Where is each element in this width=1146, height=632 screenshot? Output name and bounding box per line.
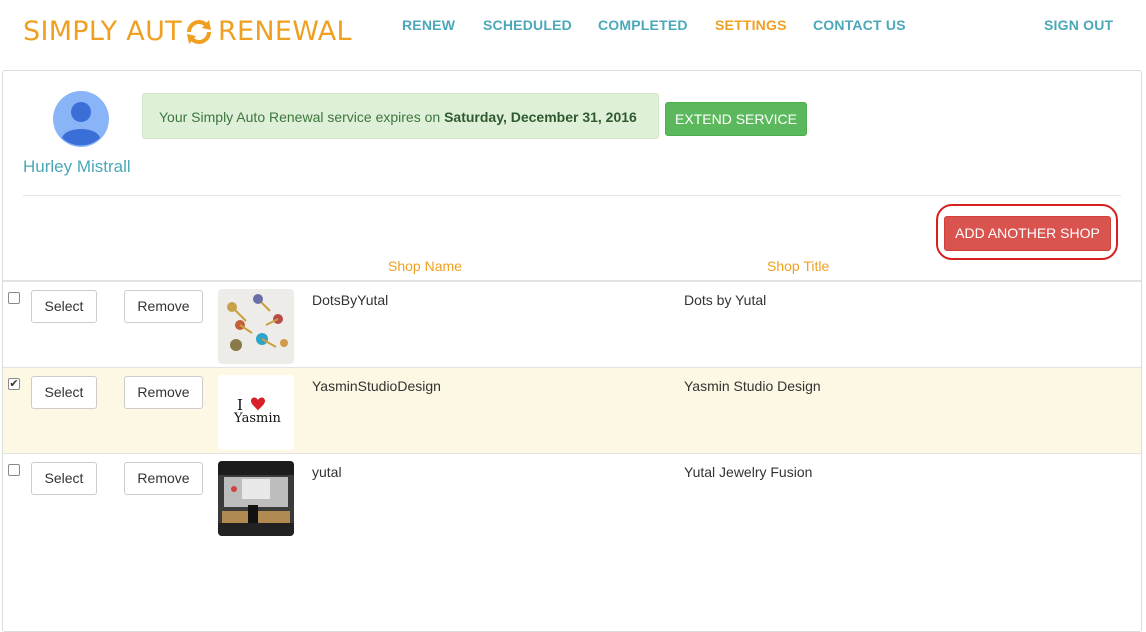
nav-sign-out[interactable]: SIGN OUT	[1044, 17, 1113, 33]
select-button[interactable]: Select	[31, 376, 97, 409]
extend-service-button[interactable]: EXTEND SERVICE	[665, 102, 807, 136]
service-expiry-alert: Your Simply Auto Renewal service expires…	[142, 93, 659, 139]
column-header-shop-name: Shop Name	[388, 258, 462, 274]
settings-panel: Hurley Mistrall Your Simply Auto Renewal…	[2, 70, 1142, 632]
expiry-message: Your Simply Auto Renewal service expires…	[159, 109, 441, 125]
nav-renew[interactable]: RENEW	[402, 17, 455, 33]
shop-thumbnail-image	[218, 289, 294, 364]
select-button[interactable]: Select	[31, 462, 97, 495]
row-checkbox[interactable]	[8, 292, 20, 304]
user-avatar-icon	[53, 91, 109, 147]
nav-completed[interactable]: COMPLETED	[598, 17, 688, 33]
shop-name: yutal	[312, 464, 342, 480]
row-checkbox[interactable]	[8, 464, 20, 476]
shop-name: YasminStudioDesign	[312, 378, 441, 394]
section-divider	[23, 195, 1121, 196]
table-row: Select Remove DotsByYutal Dots by Yutal	[3, 282, 1141, 368]
shop-title: Yutal Jewelry Fusion	[684, 464, 813, 480]
shop-logo-text: Yasmin	[233, 411, 281, 426]
user-name: Hurley Mistrall	[23, 157, 131, 176]
logo-text-left: SIMPLY AUT	[23, 16, 182, 47]
shop-name: DotsByYutal	[312, 292, 389, 308]
brand-logo[interactable]: SIMPLY AUT RENEWAL	[23, 16, 352, 47]
expiry-date: Saturday, December 31, 2016	[444, 109, 637, 125]
nav-settings[interactable]: SETTINGS	[715, 17, 787, 33]
shop-title: Dots by Yutal	[684, 292, 767, 308]
select-button[interactable]: Select	[31, 290, 97, 323]
renew-cycle-icon	[186, 19, 211, 44]
shop-title: Yasmin Studio Design	[684, 378, 821, 394]
logo-text-right: RENEWAL	[217, 16, 352, 47]
add-another-shop-button[interactable]: ADD ANOTHER SHOP	[944, 216, 1111, 251]
shop-thumbnail-image	[218, 461, 294, 536]
row-checkbox-checked[interactable]: ✔	[8, 378, 20, 390]
remove-button[interactable]: Remove	[124, 376, 203, 409]
shop-thumbnail-image: I Yasmin	[218, 375, 294, 450]
nav-contact-us[interactable]: CONTACT US	[813, 17, 906, 33]
column-header-shop-title: Shop Title	[767, 258, 830, 274]
remove-button[interactable]: Remove	[124, 462, 203, 495]
nav-scheduled[interactable]: SCHEDULED	[483, 17, 572, 33]
top-navbar: SIMPLY AUT RENEWAL RENEW SCHEDULED COMPL…	[0, 0, 1146, 70]
table-row: ✔ Select Remove I Yasmin YasminStudioDes…	[3, 368, 1141, 454]
remove-button[interactable]: Remove	[124, 290, 203, 323]
table-row: Select Remove yutal Yutal Jewelry Fusion	[3, 454, 1141, 540]
